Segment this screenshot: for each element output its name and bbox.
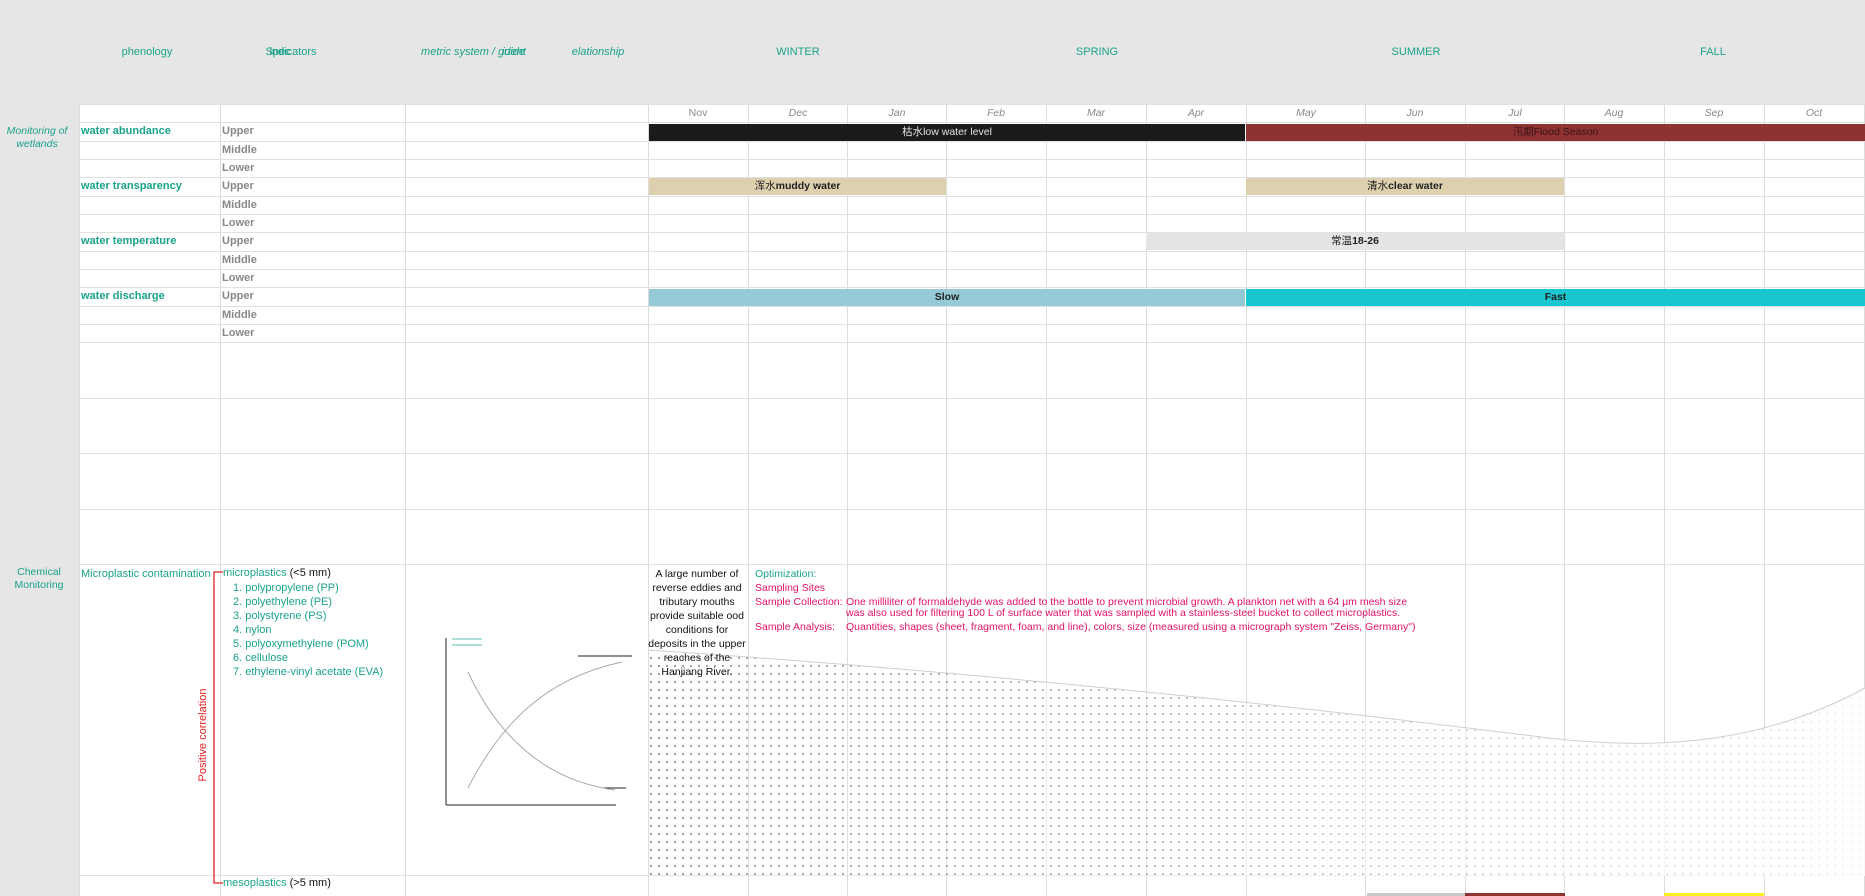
grid-hline [79,287,1865,288]
grid-hline [79,251,1865,252]
month-nov: Nov [688,107,708,119]
level-lower: Lower [222,327,255,339]
list-item: 7. ethylene-vinyl acetate (EVA) [233,666,384,678]
level-lower: Lower [222,217,255,229]
header-relationship: elationship [571,46,625,58]
header-metric-overlap: ident [502,46,526,58]
param-water-transparency: water transparency [81,180,182,192]
level-middle: Middle [222,309,257,321]
season-winter: WINTER [776,46,820,58]
positive-correlation-label: Positive correlation [197,688,209,782]
bar-flood-season: 汛期Flood Season [1246,124,1865,141]
relationship-sketch [445,638,632,806]
section-chemical: Chemical Monitoring [14,566,64,591]
sample-collection-label: Sample Collection: [755,596,843,608]
level-middle: Middle [222,144,257,156]
month-mar: Mar [1086,107,1106,119]
level-lower: Lower [222,162,255,174]
grid-vline [405,104,406,896]
month-apr: Apr [1187,107,1205,119]
grid-hline [79,306,1865,307]
sample-collection-text-2: was also used for filtering 100 L of sur… [846,607,1401,619]
month-feb: Feb [986,107,1006,119]
bar-muddy-water: 浑水muddy water [649,178,946,195]
grid-hline [79,214,1865,215]
bar-temperature: 常温18-26 [1146,233,1564,250]
month-jul: Jul [1508,107,1522,119]
list-item: 3. polystyrene (PS) [233,610,327,622]
list-item: 1. polypropylene (PP) [233,582,339,594]
deposit-description: A large number of reverse eddies and tri… [648,568,746,678]
level-upper: Upper [222,290,254,302]
grid-vline [79,104,80,896]
level-upper: Upper [222,180,254,192]
grid-hline [79,324,1865,325]
list-item: 2. polyethylene (PE) [233,596,333,608]
level-middle: Middle [222,254,257,266]
level-upper: Upper [222,235,254,247]
grid-hline [79,509,1865,510]
grid-hline [79,453,1865,454]
header-indicators: indicators [269,46,317,58]
grid-hline [79,398,1865,399]
list-item: 4. nylon [233,624,272,636]
section-wetlands: Monitoring of wetlands [6,125,68,150]
list-item: 6. cellulose [233,652,289,664]
month-sep: Sep [1704,107,1724,119]
param-water-discharge: water discharge [81,290,165,302]
month-dec: Dec [788,107,808,119]
grid-hline [79,159,1865,160]
month-oct: Oct [1805,107,1823,119]
grid-hline [79,196,1865,197]
sample-analysis-text: Quantities, shapes (sheet, fragment, foa… [846,621,1416,633]
grid-hline [79,342,1865,343]
list-item: 5. polyoxymethylene (POM) [233,638,369,650]
level-middle: Middle [222,199,257,211]
sample-analysis-label: Sample Analysis: [755,621,835,633]
grid-hline [79,177,1865,178]
grid-hline [79,104,1865,105]
param-water-abundance: water abundance [81,125,171,137]
grid-hline [79,232,1865,233]
month-jan: Jan [888,107,906,119]
sampling-sites-label: Sampling Sites [755,582,826,594]
level-lower: Lower [222,272,255,284]
season-spring: SPRING [1075,46,1119,58]
season-summer: SUMMER [1391,46,1441,58]
bar-low-water: 枯水low water level [649,124,1245,141]
month-jun: Jun [1406,107,1424,119]
microplastic-contamination: Microplastic contamination [81,568,211,580]
optimization-label: Optimization: [755,568,817,580]
grid-hline [79,564,1865,565]
grid-hline [79,122,1865,123]
bar-slow: Slow [649,289,1245,306]
microplastics-heading: microplastics (<5 mm) [223,567,331,579]
season-fall: FALL [1700,46,1726,58]
mesoplastics-heading: mesoplastics (>5 mm) [223,877,331,889]
bar-clear-water: 清水clear water [1246,178,1564,195]
param-water-temperature: water temperature [81,235,177,247]
left-band [0,104,79,896]
level-upper: Upper [222,125,254,137]
grid-hline [79,269,1865,270]
month-aug: Aug [1604,107,1624,119]
grid-hline [79,141,1865,142]
month-may: May [1296,107,1316,119]
header-phenology: phenology [121,46,173,58]
dotted-region [649,649,1865,876]
bar-fast: Fast [1246,289,1865,306]
microplastics-list: 1. polypropylene (PP) 2. polyethylene (P… [233,581,383,679]
